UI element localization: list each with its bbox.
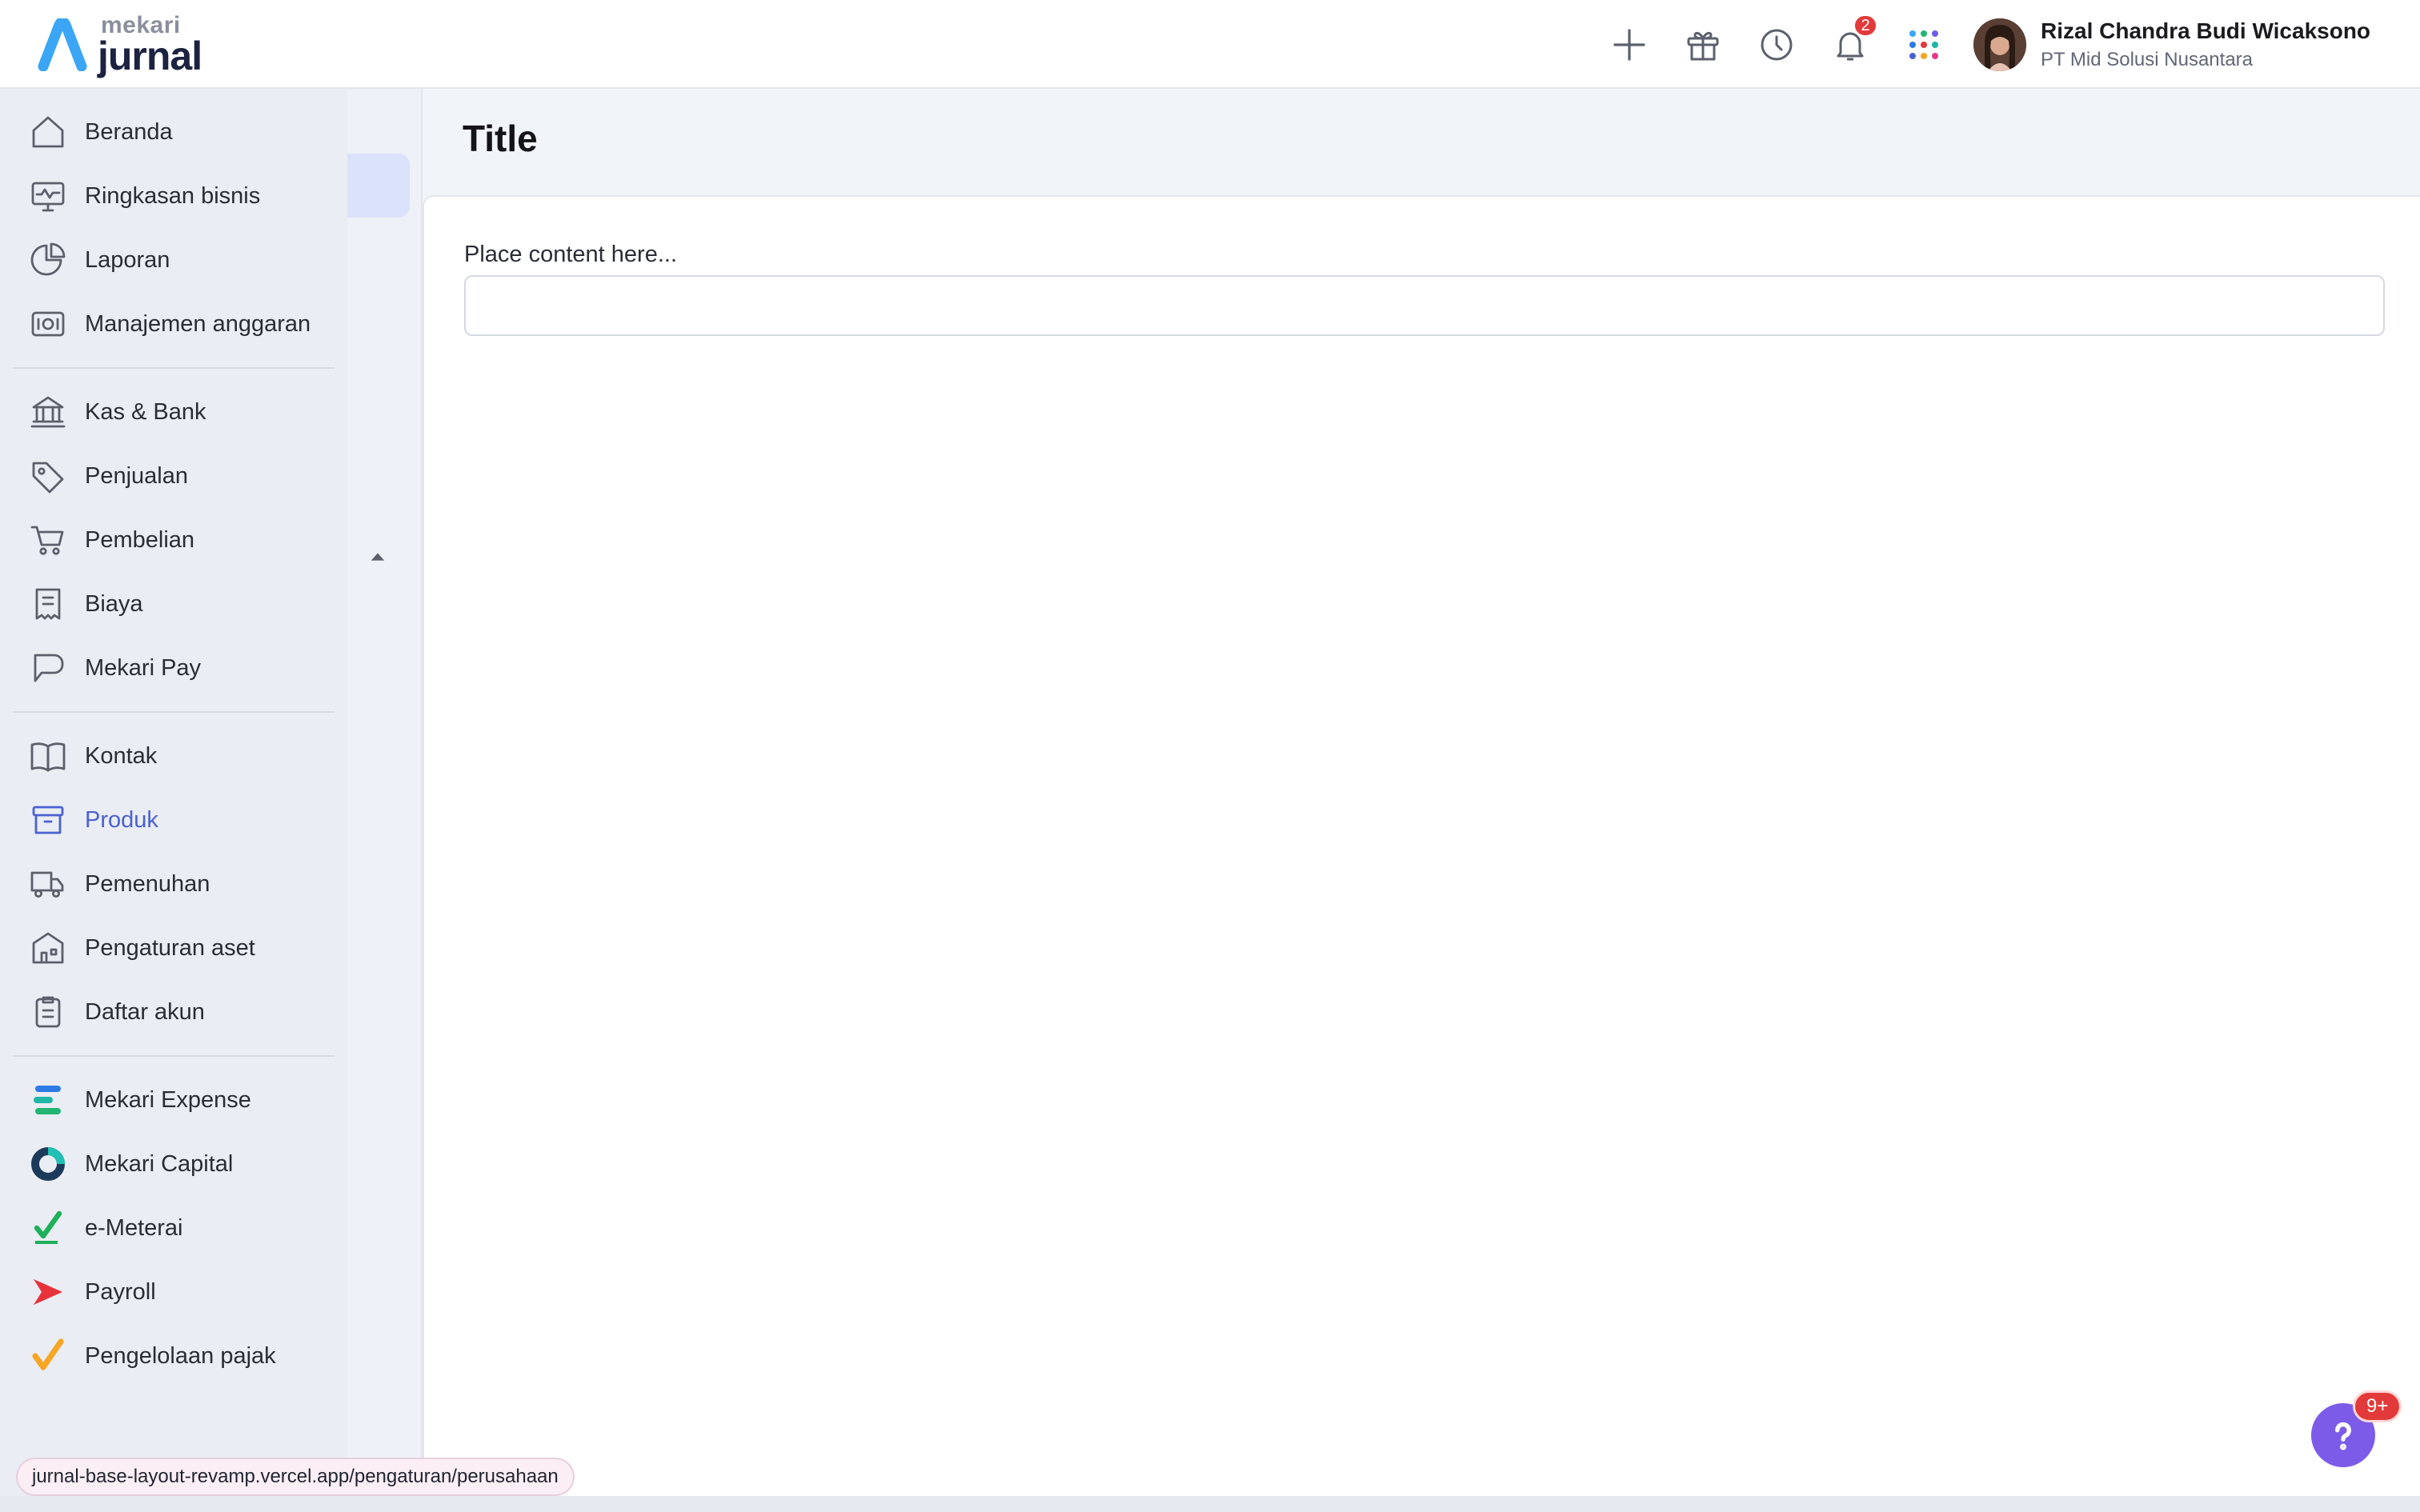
sidebar-item-kas-bank[interactable]: Kas & Bank: [13, 380, 335, 444]
sidebar-item-pemenuhan[interactable]: Pemenuhan: [13, 852, 335, 916]
sidebar-item-label: Payroll: [85, 1278, 156, 1305]
home-icon: [29, 113, 67, 151]
sidebar-divider: [13, 367, 335, 369]
sidebar-item-ringkasan-bisnis[interactable]: Ringkasan bisnis: [13, 164, 335, 228]
sidebar-item-label: Pemenuhan: [85, 870, 210, 897]
apps-button[interactable]: [1887, 0, 1961, 89]
sidebar-item-pengaturan-aset[interactable]: Pengaturan aset: [13, 916, 335, 980]
active-item-highlight: [347, 154, 410, 218]
sidebar-item-payroll[interactable]: Payroll: [13, 1260, 335, 1324]
help-badge: 9+: [2353, 1390, 2402, 1422]
sidebar: Beranda Ringkasan bisnis Laporan Manajemen …: [0, 89, 347, 1512]
plus-icon: [1613, 28, 1645, 61]
top-header: mekari jurnal 2 Rizal Chandra Budi Wicak…: [0, 0, 2420, 89]
sidebar-item-pengelolaan-pajak[interactable]: Pengelolaan pajak: [13, 1324, 335, 1388]
apps-grid-icon: [1909, 30, 1938, 59]
sidebar-item-mekari-expense[interactable]: Mekari Expense: [13, 1068, 335, 1132]
e-meterai-icon: [29, 1209, 67, 1247]
add-button[interactable]: [1593, 0, 1666, 89]
tag-icon: [29, 457, 67, 495]
user-profile[interactable]: Rizal Chandra Budi Wicaksono PT Mid Solu…: [1973, 18, 2370, 72]
sidebar-item-label: Pembelian: [85, 526, 195, 553]
mekari-jurnal-logo[interactable]: mekari jurnal: [37, 11, 202, 78]
sidebar-item-label: e-Meterai: [85, 1214, 183, 1241]
cart-icon: [29, 521, 67, 559]
sidebar-item-label: Mekari Capital: [85, 1150, 234, 1177]
sidebar-item-biaya[interactable]: Biaya: [13, 572, 335, 636]
user-name: Rizal Chandra Budi Wicaksono: [2041, 18, 2371, 43]
sidebar-item-label: Biaya: [85, 590, 143, 617]
archive-box-icon: [29, 801, 67, 839]
sidebar-divider: [13, 711, 335, 713]
sidebar-item-label: Produk: [85, 806, 158, 833]
sidebar-item-daftar-akun[interactable]: Daftar akun: [13, 980, 335, 1044]
sidebar-item-label: Pengelolaan pajak: [85, 1342, 276, 1369]
sidebar-item-laporan[interactable]: Laporan: [13, 228, 335, 292]
link-preview-url: jurnal-base-layout-revamp.vercel.app/pen…: [16, 1458, 575, 1496]
clock-icon: [1761, 29, 1793, 60]
payroll-icon: [29, 1273, 67, 1311]
truck-icon: [29, 865, 67, 903]
sidebar-item-label: Mekari Expense: [85, 1086, 251, 1113]
sidebar-item-mekari-capital[interactable]: Mekari Capital: [13, 1132, 335, 1196]
sidebar-group: Kas & Bank Penjualan Pembelian Biaya Mekari …: [0, 380, 347, 700]
sidebar-item-label: Pengaturan aset: [85, 934, 255, 961]
gift-icon: [1687, 31, 1719, 60]
logo-main-text: jurnal: [98, 34, 202, 78]
sidebar-item-label: Mekari Pay: [85, 654, 202, 681]
sidebar-item-manajemen-anggaran[interactable]: Manajemen anggaran: [13, 292, 335, 356]
sidebar-item-beranda[interactable]: Beranda: [13, 100, 335, 164]
question-icon: [2335, 1422, 2351, 1450]
clipboard-icon: [29, 993, 67, 1031]
sidebar-item-label: Ringkasan bisnis: [85, 182, 261, 209]
avatar: [1973, 18, 2026, 71]
header-actions: 2: [1593, 0, 1961, 89]
mekari-expense-icon: [29, 1081, 67, 1119]
bottom-strip: [0, 1496, 2420, 1512]
gift-button[interactable]: [1666, 0, 1740, 89]
chat-bubble-icon: [29, 649, 67, 687]
monitor-chart-icon: [29, 177, 67, 215]
receipt-icon: [29, 585, 67, 623]
book-icon: [29, 737, 67, 775]
bank-icon: [29, 393, 67, 431]
sidebar-item-pembelian[interactable]: Pembelian: [13, 508, 335, 572]
caret-up-icon[interactable]: [367, 546, 389, 568]
sidebar-item-produk[interactable]: Produk: [13, 788, 335, 852]
tax-icon: [29, 1337, 67, 1375]
mekari-capital-icon: [29, 1145, 67, 1183]
sidebar-item-label: Penjualan: [85, 462, 188, 489]
history-button[interactable]: [1740, 0, 1813, 89]
sidebar-item-label: Daftar akun: [85, 998, 205, 1025]
sidebar-divider: [13, 1055, 335, 1057]
page-title: Title: [463, 118, 538, 159]
sidebar-group: Beranda Ringkasan bisnis Laporan Manajemen …: [0, 100, 347, 356]
sidebar-item-kontak[interactable]: Kontak: [13, 724, 335, 788]
sidebar-item-label: Beranda: [85, 118, 173, 145]
pie-chart-icon: [29, 241, 67, 279]
content-input[interactable]: [464, 275, 2385, 336]
sidebar-item-e-meterai[interactable]: e-Meterai: [13, 1196, 335, 1260]
sidebar-item-label: Kas & Bank: [85, 398, 206, 425]
sidebar-group: Mekari Expense Mekari Capital e-Meterai Pay…: [0, 1068, 347, 1388]
building-icon: [29, 929, 67, 967]
budget-icon: [29, 305, 67, 343]
sidebar-item-label: Manajemen anggaran: [85, 310, 311, 337]
sidebar-group: Kontak Produk Pemenuhan Pengaturan aset Daft…: [0, 724, 347, 1044]
content-card: Place content here...: [423, 195, 2420, 1498]
content-field-label: Place content here...: [464, 242, 677, 267]
sidebar-gutter: [347, 89, 423, 1512]
notification-badge: 2: [1853, 14, 1877, 37]
user-company: PT Mid Solusi Nusantara: [2041, 49, 2254, 70]
sidebar-item-label: Laporan: [85, 246, 170, 273]
sidebar-item-label: Kontak: [85, 742, 158, 769]
sidebar-item-penjualan[interactable]: Penjualan: [13, 444, 335, 508]
mekari-logo-icon: [38, 18, 87, 71]
notifications-button[interactable]: 2: [1813, 0, 1887, 89]
sidebar-item-mekari-pay[interactable]: Mekari Pay: [13, 636, 335, 700]
